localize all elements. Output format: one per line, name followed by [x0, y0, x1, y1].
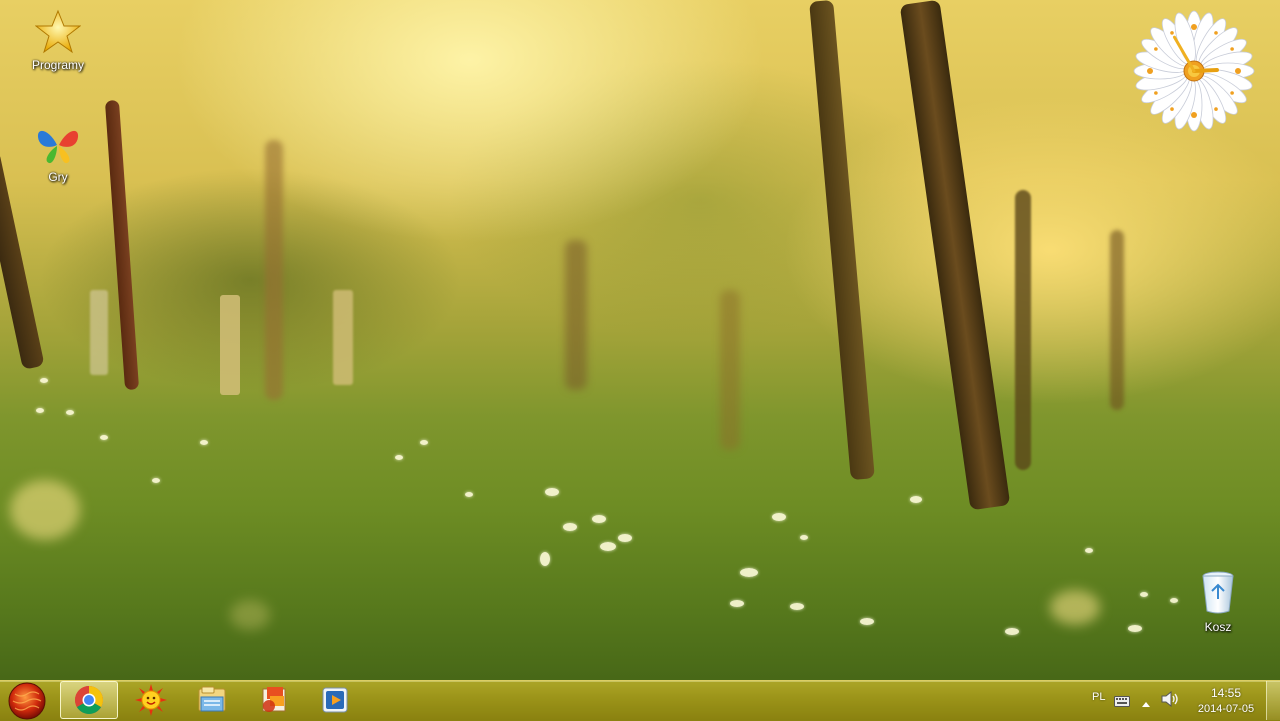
- dandelion: [860, 618, 874, 625]
- clock-hour-marker: [1147, 68, 1153, 74]
- desktop-icon-label: Kosz: [1204, 620, 1232, 634]
- tree-trunk: [1110, 230, 1124, 410]
- chrome-icon: [75, 686, 103, 714]
- dandelion: [772, 513, 786, 521]
- dandelion: [465, 492, 473, 497]
- clock-face: [1133, 10, 1255, 132]
- clock-hour-marker: [1214, 107, 1218, 111]
- taskbar-office-button[interactable]: [245, 681, 303, 719]
- clock-hour-marker: [1235, 68, 1241, 74]
- recycle-bin-icon: [1194, 568, 1242, 616]
- system-tray: PL 14:55 2014-07-05: [1080, 680, 1270, 720]
- clock-hour-hand: [1192, 67, 1219, 73]
- fence-post: [90, 290, 108, 375]
- dandelion: [600, 542, 616, 551]
- dandelion: [790, 603, 804, 610]
- dandelion: [1170, 598, 1178, 603]
- tree-trunk: [720, 290, 740, 450]
- language-indicator[interactable]: PL: [1092, 691, 1105, 703]
- start-orb-icon: [8, 682, 46, 720]
- clock-hour-marker: [1154, 91, 1158, 95]
- dandelion: [910, 496, 922, 503]
- dandelion: [618, 534, 632, 542]
- taskbar-sun-app-button[interactable]: [122, 681, 180, 719]
- tree-trunk: [565, 240, 587, 390]
- clock-hour-marker: [1191, 24, 1197, 30]
- file-explorer-icon: [198, 686, 226, 712]
- dandelion: [545, 488, 559, 496]
- desktop-icon-label: Gry: [48, 170, 68, 184]
- sun-smiley-icon: [135, 684, 167, 716]
- show-hidden-icons-arrow[interactable]: [1141, 695, 1151, 713]
- dandelion: [200, 440, 208, 445]
- games-butterfly-icon: [34, 120, 82, 168]
- daisy-clock-gadget[interactable]: [1133, 10, 1255, 132]
- dandelion: [1140, 592, 1148, 597]
- bokeh-light: [10, 480, 80, 540]
- clock-hour-marker: [1214, 31, 1218, 35]
- dandelion: [563, 523, 577, 531]
- desktop-icon-recycle-bin[interactable]: Kosz: [1180, 568, 1256, 634]
- tree-trunk: [1015, 190, 1031, 470]
- clock-hour-marker: [1191, 112, 1197, 118]
- tray-time: 14:55: [1210, 686, 1242, 700]
- dandelion: [730, 600, 744, 607]
- dandelion: [800, 535, 808, 540]
- dandelion: [36, 408, 44, 413]
- clock-hour-marker: [1230, 91, 1234, 95]
- clock-hour-marker: [1154, 47, 1158, 51]
- tray-clock[interactable]: 14:55 2014-07-05: [1188, 685, 1264, 717]
- tree-trunk: [809, 0, 875, 481]
- clock-hour-marker: [1170, 107, 1174, 111]
- dandelion: [540, 552, 550, 566]
- tray-date: 2014-07-05: [1197, 703, 1255, 715]
- taskbar-chrome-button[interactable]: [60, 681, 118, 719]
- tree-trunk: [104, 99, 140, 391]
- dandelion: [420, 440, 428, 445]
- dandelion: [152, 478, 160, 483]
- dandelion: [592, 515, 606, 523]
- star-icon: [34, 8, 82, 56]
- bokeh-light: [230, 600, 270, 630]
- dandelion: [1085, 548, 1093, 553]
- dandelion: [395, 455, 403, 460]
- desktop-icon-programs[interactable]: Programy: [20, 8, 96, 72]
- dandelion: [740, 568, 758, 577]
- keyboard-icon[interactable]: [1114, 694, 1130, 707]
- desktop-icon-games[interactable]: Gry: [20, 120, 96, 184]
- media-player-icon: [322, 687, 348, 713]
- fence-post: [220, 295, 240, 395]
- office-icon: [262, 687, 286, 712]
- desktop-wallpaper: [0, 0, 1280, 720]
- clock-hour-marker: [1170, 31, 1174, 35]
- tree-trunk: [265, 140, 283, 400]
- show-desktop-button[interactable]: [1266, 681, 1280, 720]
- desktop-icon-label: Programy: [31, 58, 84, 72]
- taskbar-explorer-button[interactable]: [183, 681, 241, 719]
- dandelion: [66, 410, 74, 415]
- volume-icon[interactable]: [1161, 690, 1179, 712]
- fence-post: [333, 290, 353, 385]
- dandelion: [100, 435, 108, 440]
- dandelion: [1128, 625, 1142, 632]
- clock-hour-marker: [1230, 47, 1234, 51]
- dandelion: [40, 378, 48, 383]
- bokeh-light: [1050, 590, 1100, 625]
- dandelion: [1005, 628, 1019, 635]
- tree-trunk: [899, 0, 1011, 511]
- start-button[interactable]: [6, 682, 48, 720]
- taskbar-media-player-button[interactable]: [306, 681, 364, 719]
